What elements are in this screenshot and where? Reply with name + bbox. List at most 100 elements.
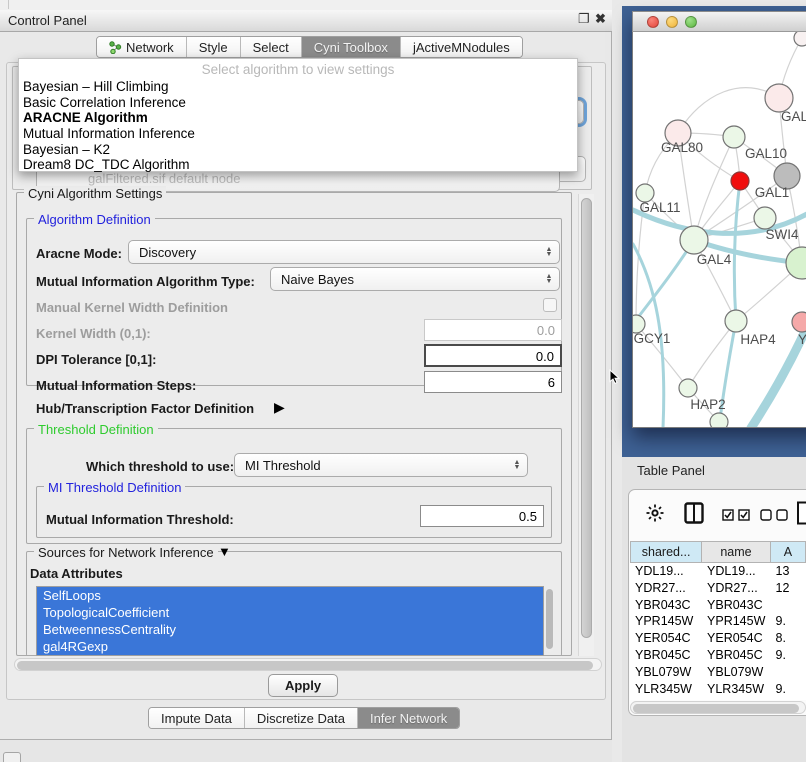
network-node-gal4[interactable]	[680, 226, 708, 254]
mi-threshold-label: Mutual Information Threshold:	[46, 512, 234, 527]
top-strip-divider	[8, 0, 9, 9]
collapse-down-arrow-icon[interactable]: ▼	[218, 544, 231, 559]
algorithm-option-bayesian-k2[interactable]: Bayesian – K2	[19, 142, 577, 158]
table-cell: YLL052C	[702, 697, 771, 700]
table-horizontal-scrollbar[interactable]	[630, 701, 806, 714]
table-cell: YLR345W	[702, 681, 771, 698]
algorithm-option-bayesian-hill-climbing[interactable]: Bayesian – Hill Climbing	[19, 79, 577, 95]
table-row[interactable]: YBR045CYBR045C9.	[630, 647, 806, 664]
table-cell: YDR27...	[630, 580, 702, 597]
table-row[interactable]: YDR27...YDR27...12	[630, 580, 806, 597]
mi-algorithm-type-combo[interactable]: Naive Bayes ▲▼	[270, 267, 560, 291]
table-cell: 8.	[771, 630, 806, 647]
split-columns-icon[interactable]	[684, 502, 704, 524]
table-row[interactable]: YDL19...YDL19...13	[630, 563, 806, 580]
tab-cyni-toolbox[interactable]: Cyni Toolbox	[302, 37, 401, 57]
node-label-gal10: GAL10	[745, 146, 787, 161]
tab-label: Cyni Toolbox	[314, 40, 388, 55]
attribute-item-topologicalcoefficient[interactable]: TopologicalCoefficient	[37, 604, 543, 621]
network-node[interactable]	[794, 32, 806, 46]
bottom-tab-impute-data[interactable]: Impute Data	[149, 708, 245, 728]
mi-steps-field[interactable]: 6	[424, 371, 562, 393]
attribute-item-selfloops[interactable]: SelfLoops	[37, 587, 543, 604]
table-row[interactable]: YPR145WYPR145W9.	[630, 613, 806, 630]
network-node[interactable]	[765, 84, 793, 112]
settings-horizontal-scrollbar[interactable]	[14, 658, 602, 671]
kernel-width-field[interactable]: 0.0	[424, 319, 562, 341]
attribute-item-gal4rgexp[interactable]: gal4RGexp	[37, 638, 543, 655]
table-cell: 9.	[771, 697, 806, 700]
tab-jactivemnodules[interactable]: jActiveMNodules	[401, 37, 522, 57]
node-label-gal4: GAL4	[697, 252, 732, 267]
combo-stepper-icon: ▲▼	[509, 460, 527, 470]
combo-stepper-icon: ▲▼	[541, 274, 559, 284]
table-row[interactable]: YLR345WYLR345W9.	[630, 681, 806, 698]
zoom-traffic-light-icon[interactable]	[685, 16, 697, 28]
tab-network[interactable]: Network	[97, 37, 187, 57]
network-node-y[interactable]	[792, 312, 806, 332]
table-body: YDL19...YDL19...13YDR27...YDR27...12YBR0…	[630, 563, 806, 700]
attribute-item-betweennesscentrality[interactable]: BetweennessCentrality	[37, 621, 543, 638]
settings-vertical-scrollbar[interactable]	[578, 194, 594, 656]
node-label-gal1: GAL1	[755, 185, 790, 200]
dpi-tolerance-field[interactable]: 0.0	[424, 344, 562, 367]
table-cell: YBR045C	[630, 647, 702, 664]
attributes-list-scrollbar[interactable]	[545, 588, 554, 652]
network-edge	[633, 240, 694, 324]
float-window-icon[interactable]: ❐	[578, 12, 590, 26]
network-node[interactable]	[710, 413, 728, 427]
table-cell: YER054C	[702, 630, 771, 647]
algorithm-option-aracne-algorithm[interactable]: ARACNE Algorithm	[19, 110, 577, 126]
table-cell: 9.	[771, 681, 806, 698]
algorithm-option-mutual-information-inference[interactable]: Mutual Information Inference	[19, 126, 577, 142]
algorithm-option-dream8-dc-tdc-algorithm[interactable]: Dream8 DC_TDC Algorithm	[19, 157, 577, 173]
node-label-gal80: GAL80	[661, 140, 703, 155]
screen: Control Panel ❐ ✖ NetworkStyleSelectCyni…	[0, 0, 806, 762]
tab-label: jActiveMNodules	[413, 40, 510, 55]
network-canvas[interactable]: GALGAL80GAL10GAL11GAL1SWI4GAL4GCY1HAP4YH…	[633, 32, 806, 427]
minimize-traffic-light-icon[interactable]	[666, 16, 678, 28]
combo-stepper-icon: ▲▼	[541, 247, 559, 257]
tab-style[interactable]: Style	[187, 37, 241, 57]
aracne-mode-combo[interactable]: Discovery ▲▼	[128, 240, 560, 264]
table-row[interactable]: YBR043CYBR043C	[630, 597, 806, 614]
network-node-hap2[interactable]	[679, 379, 697, 397]
column-header-shared[interactable]: shared...	[630, 541, 702, 563]
table-row[interactable]: YLL052CYLL052C9.	[630, 697, 806, 700]
table-row[interactable]: YBL079WYBL079W	[630, 664, 806, 681]
collapsed-panel-button[interactable]	[3, 752, 21, 762]
mi-steps-label: Mutual Information Steps:	[36, 378, 196, 393]
table-cell: YBL079W	[630, 664, 702, 681]
mi-threshold-field[interactable]: 0.5	[420, 505, 544, 527]
manual-kernel-width-checkbox[interactable]	[543, 298, 557, 312]
checked-pair-icon[interactable]	[722, 509, 750, 521]
apply-button[interactable]: Apply	[268, 674, 338, 697]
node-label-hap4: HAP4	[740, 332, 776, 347]
algorithm-option-basic-correlation-inference[interactable]: Basic Correlation Inference	[19, 95, 577, 111]
network-node-hap4[interactable]	[725, 310, 747, 332]
unchecked-pair-icon[interactable]	[760, 509, 788, 521]
bottom-tab-infer-network[interactable]: Infer Network	[358, 708, 459, 728]
algorithm-definition-title: Algorithm Definition	[34, 212, 155, 227]
close-traffic-light-icon[interactable]	[647, 16, 659, 28]
node-label-gal: GAL	[781, 109, 806, 124]
close-window-icon[interactable]: ✖	[595, 12, 606, 26]
expand-right-arrow-icon[interactable]: ▶	[274, 399, 285, 416]
network-node-gal1[interactable]	[754, 207, 776, 229]
bottom-tab-discretize-data[interactable]: Discretize Data	[245, 708, 358, 728]
table-cell: YER054C	[630, 630, 702, 647]
table-cell: YBR043C	[702, 597, 771, 614]
table-row[interactable]: YER054CYER054C8.	[630, 630, 806, 647]
column-header-a[interactable]: A	[771, 541, 806, 563]
which-threshold-combo[interactable]: MI Threshold ▲▼	[234, 453, 528, 477]
tab-select[interactable]: Select	[241, 37, 302, 57]
column-header-name[interactable]: name	[702, 541, 771, 563]
table-cell: YLL052C	[630, 697, 702, 700]
mi-algorithm-type-value: Naive Bayes	[271, 272, 541, 287]
control-panel-tabbar: NetworkStyleSelect Cyni Toolbox jActiveMNo…	[96, 36, 523, 58]
hub-definition-expander-label[interactable]: Hub/Transcription Factor Definition	[36, 401, 254, 416]
network-node[interactable]	[731, 172, 749, 190]
gear-icon[interactable]	[646, 504, 664, 522]
network-node-gal10[interactable]	[723, 126, 745, 148]
document-icon[interactable]	[796, 501, 806, 525]
